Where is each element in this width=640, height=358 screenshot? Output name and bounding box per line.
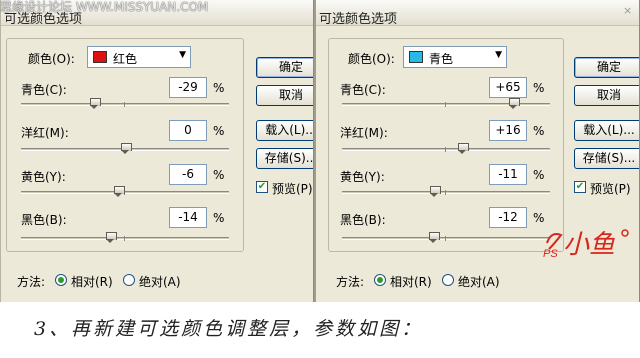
method-absolute-radio[interactable] (442, 274, 454, 286)
method-absolute-radio[interactable] (123, 274, 135, 286)
slider-label-yellow: 黄色(Y): (21, 170, 66, 184)
black-slider-thumb[interactable] (105, 232, 117, 243)
slider-center-tick (445, 236, 446, 241)
chevron-down-icon: ▼ (495, 50, 502, 60)
method-label: 方法: (336, 275, 365, 289)
color-dropdown[interactable]: 青色 ▼ (403, 46, 507, 68)
method-label: 方法: (17, 275, 46, 289)
color-label: 颜色(O): (348, 52, 395, 66)
preview-label: 预览(P) (590, 182, 631, 196)
percent-sign: % (533, 81, 545, 95)
yellow-slider-thumb[interactable] (114, 186, 126, 197)
dialog-title: 可选颜色选项 (319, 12, 398, 27)
slider-label-magenta: 洋红(M): (21, 126, 69, 140)
cyan-slider-thumb[interactable] (509, 98, 521, 109)
slider-label-cyan: 青色(C): (340, 83, 386, 97)
method-relative-radio[interactable] (374, 274, 386, 286)
ok-button[interactable]: 确定 (574, 57, 639, 78)
slider-label-cyan: 青色(C): (21, 83, 67, 97)
slider-center-tick (445, 102, 446, 107)
logo-prefix: PS (543, 248, 558, 260)
logo-text: 小鱼 (563, 230, 615, 260)
cyan-slider-track[interactable] (21, 103, 229, 106)
magenta-slider-thumb[interactable] (120, 143, 132, 154)
magenta-value-input[interactable]: +16 (489, 120, 527, 141)
cancel-button[interactable]: 取消 (256, 85, 313, 106)
method-absolute-label: 绝对(A) (458, 275, 500, 289)
color-dropdown-value: 青色 (429, 52, 454, 66)
slider-label-magenta: 洋红(M): (340, 126, 388, 140)
xiaoyu-logo: PS 小鱼 (543, 229, 629, 260)
title-bar: 可选颜色选项 × (316, 0, 639, 27)
black-slider-track[interactable] (21, 237, 229, 240)
slider-label-yellow: 黄色(Y): (340, 170, 385, 184)
close-icon[interactable]: × (623, 4, 635, 18)
slider-label-black: 黑色(B): (21, 213, 67, 227)
yellow-slider-thumb[interactable] (430, 186, 442, 197)
percent-sign: % (533, 168, 545, 182)
logo-swirl (546, 233, 563, 250)
color-label: 颜色(O): (28, 52, 75, 66)
slider-center-tick (445, 147, 446, 152)
load-button[interactable]: 载入(L)... (574, 120, 639, 141)
cyan-value-input[interactable]: +65 (489, 77, 527, 98)
method-relative-radio[interactable] (55, 274, 67, 286)
slider-center-tick (124, 102, 125, 107)
slider-center-tick (124, 236, 125, 241)
magenta-slider-track[interactable] (342, 148, 550, 151)
cyan-value-input[interactable]: -29 (169, 77, 207, 98)
black-value-input[interactable]: -14 (169, 207, 207, 228)
color-dropdown-value: 红色 (113, 52, 138, 66)
save-button[interactable]: 存储(S)... (256, 148, 313, 169)
yellow-value-input[interactable]: -11 (489, 164, 527, 185)
step-caption: 3、再新建可选颜色调整层，参数如图： (34, 318, 424, 340)
black-slider-thumb[interactable] (429, 232, 441, 243)
slider-label-black: 黑色(B): (340, 213, 386, 227)
ok-button[interactable]: 确定 (256, 57, 313, 78)
chevron-down-icon: ▼ (179, 50, 186, 60)
magenta-value-input[interactable]: 0 (169, 120, 207, 141)
method-relative-label: 相对(R) (71, 275, 113, 289)
percent-sign: % (213, 211, 225, 225)
percent-sign: % (213, 168, 225, 182)
preview-label: 预览(P) (272, 182, 313, 196)
black-slider-track[interactable] (342, 237, 550, 240)
save-button[interactable]: 存储(S)... (574, 148, 639, 169)
color-swatch (93, 51, 107, 63)
color-swatch (409, 51, 423, 63)
selective-color-dialog-left: 可选颜色选项 颜色(O): 红色 ▼ 青色(C): -29 % 洋红(M): 0… (0, 0, 314, 302)
color-dropdown[interactable]: 红色 ▼ (87, 46, 191, 68)
method-relative-label: 相对(R) (390, 275, 432, 289)
preview-checkbox[interactable]: ✔ (574, 181, 586, 193)
black-value-input[interactable]: -12 (489, 207, 527, 228)
cancel-button[interactable]: 取消 (574, 85, 639, 106)
logo-dot (621, 229, 629, 237)
percent-sign: % (213, 124, 225, 138)
preview-checkbox[interactable]: ✔ (256, 181, 268, 193)
percent-sign: % (213, 81, 225, 95)
load-button[interactable]: 载入(L)... (256, 120, 313, 141)
slider-center-tick (445, 190, 446, 195)
yellow-slider-track[interactable] (342, 191, 550, 194)
watermark-text: 思缘设计论坛 WWW.MISSYUAN.COM (0, 0, 209, 14)
yellow-value-input[interactable]: -6 (169, 164, 207, 185)
percent-sign: % (533, 124, 545, 138)
method-absolute-label: 绝对(A) (139, 275, 181, 289)
cyan-slider-thumb[interactable] (90, 98, 102, 109)
magenta-slider-thumb[interactable] (458, 143, 470, 154)
